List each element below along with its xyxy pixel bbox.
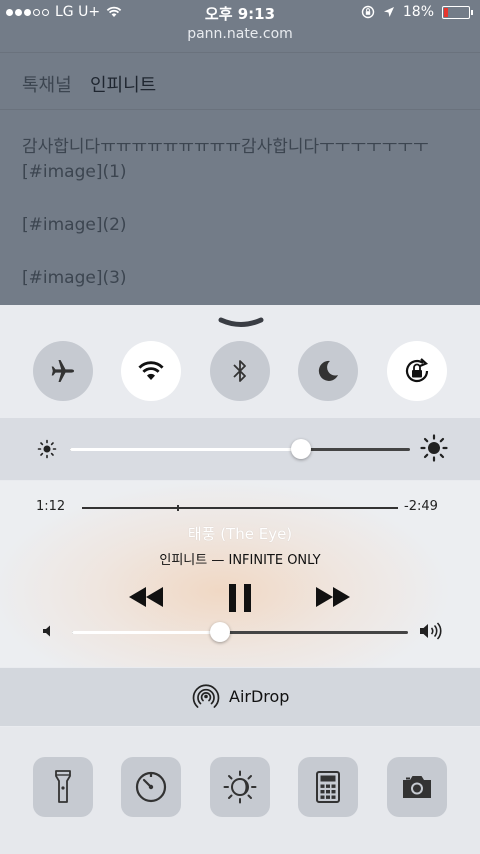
remaining-time: -2:49: [404, 499, 438, 514]
battery-icon: [442, 5, 473, 19]
brightness-low-icon: [37, 439, 57, 459]
pause-icon: [227, 583, 253, 613]
post-image-link[interactable]: [#image](1): [22, 162, 127, 182]
camera-button[interactable]: [387, 757, 447, 817]
airdrop-label: AirDrop: [229, 687, 290, 706]
tab-infinite[interactable]: 인피니트: [90, 71, 156, 97]
status-right-group: 18%: [361, 4, 473, 20]
grabber-chevron-icon[interactable]: [218, 317, 264, 329]
artist-album: 인피니트 — INFINITE ONLY: [159, 553, 321, 568]
pause-button[interactable]: [227, 583, 253, 613]
timer-button[interactable]: [121, 757, 181, 817]
brightness-section: [0, 418, 480, 480]
post-image-link[interactable]: [#image](3): [22, 268, 127, 288]
brightness-slider-thumb[interactable]: [291, 439, 311, 459]
post-image-link[interactable]: [#image](2): [22, 215, 127, 235]
calculator-icon: [315, 770, 341, 804]
location-icon: [383, 6, 395, 18]
page-tabs: 톡채널 인피니트: [0, 52, 480, 110]
airplane-mode-toggle[interactable]: [33, 341, 93, 401]
airdrop-button[interactable]: AirDrop: [0, 668, 480, 726]
night-shift-icon: [222, 769, 258, 805]
rotation-lock-icon: [400, 354, 434, 388]
rewind-button[interactable]: [127, 585, 165, 609]
flashlight-button[interactable]: [33, 757, 93, 817]
wifi-icon: [136, 359, 166, 383]
volume-slider-thumb[interactable]: [210, 622, 230, 642]
control-center: 1:12 -2:49 태풍 (The Eye) 인피니트 — INFINITE …: [0, 305, 480, 854]
status-bar: LG U+ 오후 9:13 18%: [0, 0, 480, 24]
timer-icon: [134, 770, 168, 804]
fast-forward-icon: [314, 585, 352, 609]
fast-forward-button[interactable]: [314, 585, 352, 609]
rotation-lock-status-icon: [361, 5, 375, 19]
battery-percent: 18%: [402, 4, 434, 20]
page-url[interactable]: pann.nate.com: [0, 26, 480, 42]
volume-slider[interactable]: [72, 622, 408, 642]
now-playing-section: 1:12 -2:49 태풍 (The Eye) 인피니트 — INFINITE …: [0, 481, 480, 667]
airdrop-icon: [191, 681, 221, 711]
post-text-line: 감사합니다ㅠㅠㅠㅠㅠㅠㅠㅠㅠ감사합니다ㅜㅜㅜㅜㅜㅜㅜ: [22, 137, 429, 157]
rotation-lock-toggle[interactable]: [387, 341, 447, 401]
do-not-disturb-toggle[interactable]: [298, 341, 358, 401]
playback-scrubber-marker[interactable]: [177, 505, 179, 511]
airplane-icon: [48, 356, 78, 386]
shortcuts-row: [0, 727, 480, 854]
camera-icon: [400, 773, 434, 801]
moon-icon: [315, 358, 341, 384]
brightness-slider[interactable]: [70, 439, 410, 459]
rewind-icon: [127, 585, 165, 609]
song-title: 태풍 (The Eye): [187, 525, 293, 543]
flashlight-icon: [53, 769, 73, 805]
volume-low-icon: [40, 623, 56, 639]
volume-high-icon: [418, 621, 444, 641]
background-webpage: LG U+ 오후 9:13 18% pann.nate.com 톡채널 인피니트…: [0, 0, 480, 305]
playback-scrubber[interactable]: [82, 505, 398, 511]
wifi-toggle[interactable]: [121, 341, 181, 401]
tab-talk-channel[interactable]: 톡채널: [22, 71, 72, 97]
brightness-high-icon: [420, 434, 448, 462]
bluetooth-icon: [230, 356, 250, 386]
night-shift-button[interactable]: [210, 757, 270, 817]
elapsed-time: 1:12: [36, 499, 66, 514]
bluetooth-toggle[interactable]: [210, 341, 270, 401]
calculator-button[interactable]: [298, 757, 358, 817]
